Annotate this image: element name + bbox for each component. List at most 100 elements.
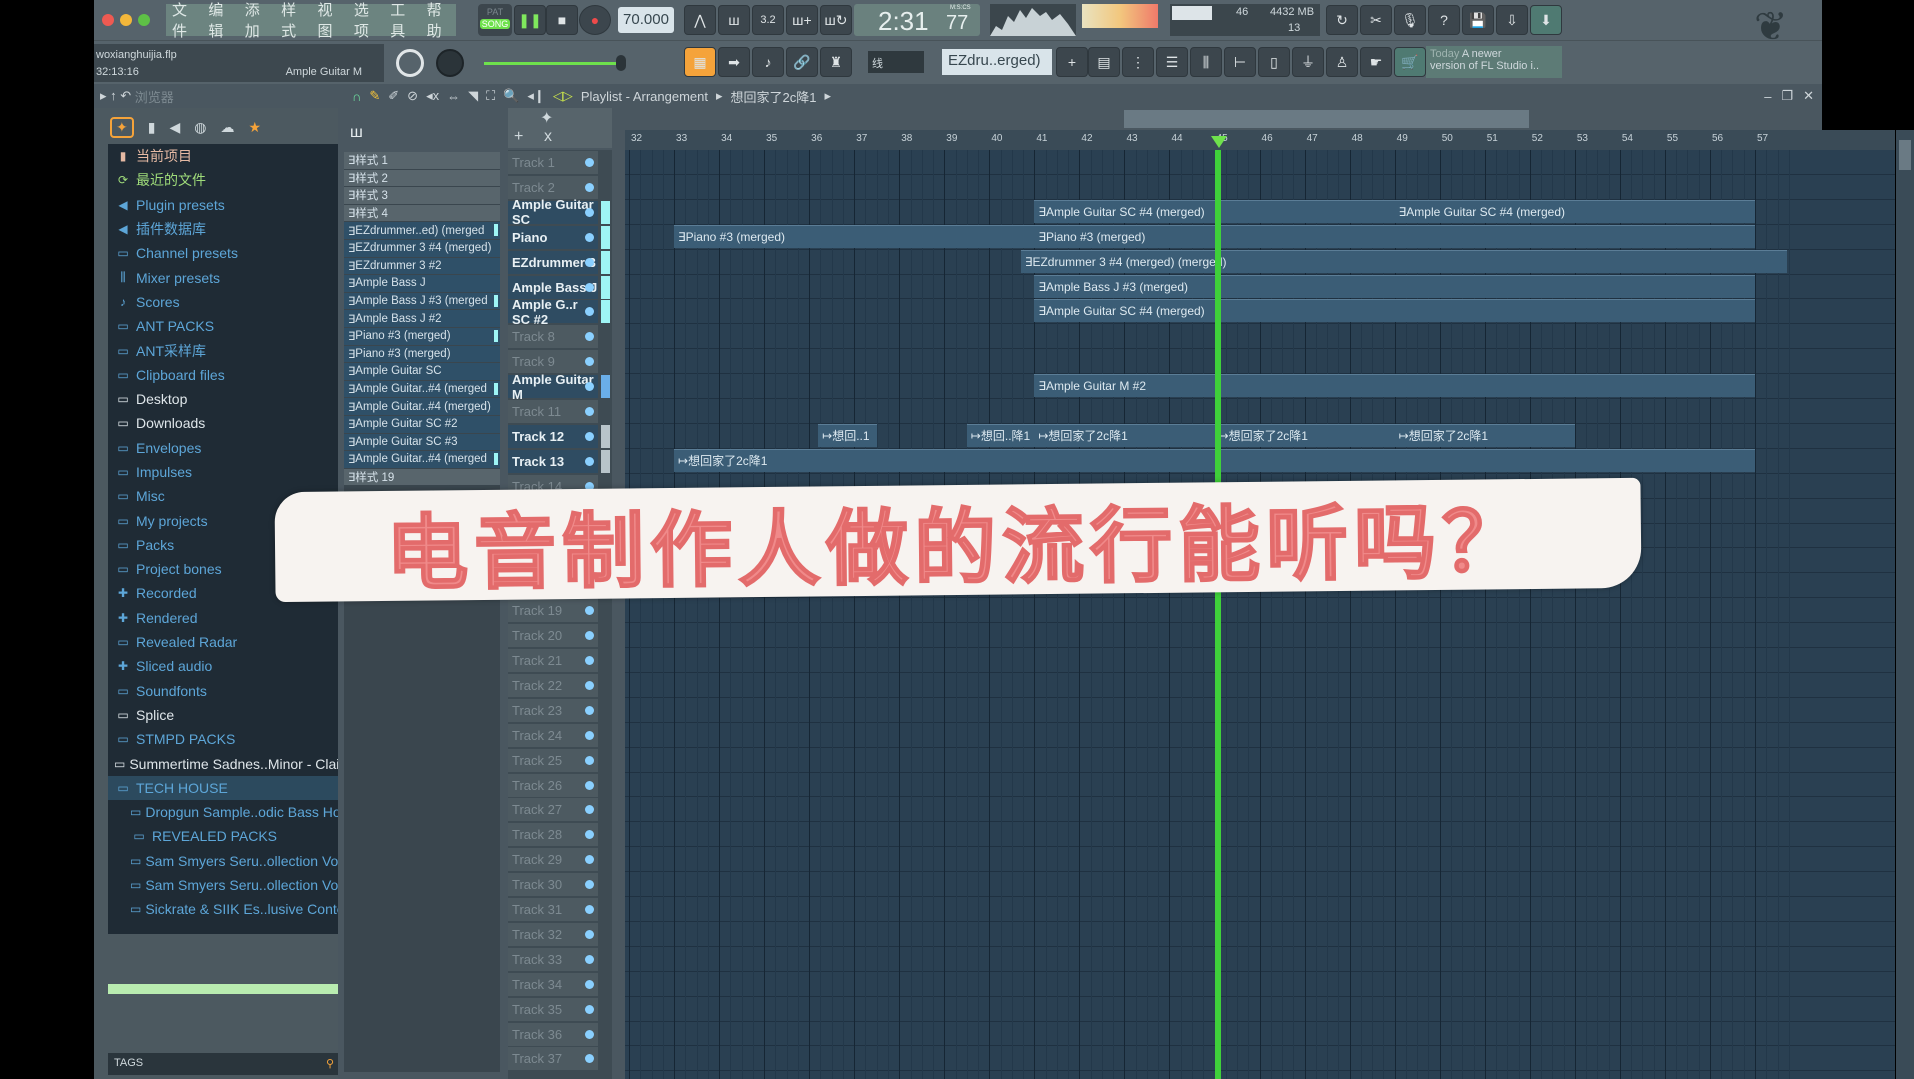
track-enable-icon[interactable] [585, 755, 594, 765]
track-enable-icon[interactable] [585, 1004, 594, 1014]
menu-item[interactable]: 样式 [281, 0, 310, 41]
slip-icon[interactable]: ⇔ [447, 89, 460, 104]
browser-item[interactable]: ◀ Plugin presets [108, 193, 338, 217]
master-pitch-knob[interactable] [436, 49, 464, 77]
menu-item[interactable]: 编辑 [208, 0, 237, 41]
timeline-ruler[interactable]: 32 33 34 35 36 37 38 39 40 41 42 43 44 45 46 47 48 49 50 51… [625, 130, 1895, 150]
track-enable-icon[interactable] [585, 407, 594, 416]
mixer-icon[interactable]: ⫼ [1190, 47, 1222, 77]
track-header[interactable]: Piano [508, 225, 610, 249]
stop-button[interactable]: ■ [546, 5, 578, 35]
pattern-item[interactable]: ∃ Ample Guitar SC [344, 363, 500, 381]
track-enable-icon[interactable] [585, 705, 594, 715]
pattern-item[interactable]: ∃ Piano #3 (merged) [344, 345, 500, 364]
browser-icon[interactable]: ▯ [1258, 47, 1290, 77]
track-header[interactable]: Track 25 [508, 748, 598, 772]
record-button[interactable]: ● [579, 5, 611, 35]
browser-item[interactable]: ◀ 插件数据库 [108, 217, 338, 241]
stamp-icon[interactable]: ♜ [820, 47, 852, 77]
track-header[interactable]: Track 28 [508, 823, 598, 847]
menu-item[interactable]: 工具 [390, 0, 419, 41]
track-enable-icon[interactable] [585, 332, 594, 342]
track-header[interactable]: Track 12 [508, 424, 610, 448]
close-window-button[interactable] [102, 14, 114, 26]
track-enable-icon[interactable] [585, 680, 594, 690]
track-enable-icon[interactable] [585, 905, 594, 914]
track-header[interactable]: Ample Bass J [508, 275, 610, 299]
browser-item[interactable]: ▭ Sam Smyers Seru..ollection Vol. 1 [108, 873, 338, 897]
track-header[interactable]: Ample Guitar M [508, 372, 610, 402]
pattern-item[interactable]: ∃ 样式 2 [344, 169, 500, 188]
track-header[interactable]: Ample G..r SC #2 [508, 297, 610, 327]
browser-item[interactable]: ▭ Impulses [108, 460, 338, 484]
playlist-clip[interactable]: ↦ 想回..降1 [966, 423, 1035, 447]
playlist-clip[interactable]: ∃ Piano #3 (merged) [1034, 224, 1755, 248]
playlist-clip[interactable]: ∃ Piano #3 (merged) [674, 224, 1035, 248]
horizontal-scrollbar[interactable] [1124, 110, 1529, 128]
track-header[interactable]: Track 8 [508, 325, 598, 349]
download-icon[interactable]: ⬇ [1530, 5, 1562, 35]
browser-item[interactable]: ✚ Rendered [108, 606, 338, 630]
track-enable-icon[interactable] [585, 855, 594, 865]
track-enable-icon[interactable] [585, 780, 594, 790]
track-header[interactable]: Track 2 [508, 175, 598, 199]
browser-item[interactable]: ▭ REVEALED PACKS [108, 824, 338, 848]
track-enable-icon[interactable] [585, 182, 594, 192]
news-panel[interactable]: Today A newer version of FL Studio i.. [1426, 46, 1562, 78]
master-volume-knob[interactable] [396, 49, 424, 77]
audio-clip-icon[interactable]: ✦ [540, 108, 553, 128]
slide-icon[interactable]: ♪ [752, 47, 784, 77]
minimize-window-button[interactable] [120, 14, 132, 26]
track-header[interactable]: Track 24 [508, 723, 598, 747]
maximize-window-button[interactable] [138, 14, 150, 26]
search-icon[interactable]: ⚲ [326, 1057, 334, 1070]
browser-item[interactable]: ▭ Soundfonts [108, 679, 338, 703]
pattern-item[interactable]: ∃ EZdrummer..ed) (merged [344, 222, 500, 240]
track-enable-icon[interactable] [585, 207, 594, 217]
track-enable-icon[interactable] [585, 631, 594, 641]
browser-item[interactable]: ▭ Envelopes [108, 436, 338, 460]
pattern-select[interactable]: EZdru..erged) [942, 49, 1052, 75]
playlist-clip[interactable]: ∃ Ample Guitar SC #4 (merged) [1034, 299, 1755, 323]
track-header[interactable]: Track 26 [508, 773, 598, 797]
cloud-icon[interactable]: ☁ [220, 119, 234, 136]
pattern-picker-icon[interactable]: ш [350, 124, 363, 142]
pattern-item[interactable]: ∃ 样式 4 [344, 204, 500, 223]
playlist-clip[interactable]: ↦ 想回家了2c降1 [1394, 423, 1575, 447]
project-tree-icon[interactable]: ⊢ [1224, 47, 1256, 77]
shop-icon[interactable]: 🛒 [1394, 47, 1426, 77]
pattern-item[interactable]: ∃ Ample Guitar SC #2 [344, 415, 500, 434]
arrow-icon[interactable]: ➡ [718, 47, 750, 77]
track-enable-icon[interactable] [585, 1054, 594, 1064]
slice-icon[interactable]: ◥ [468, 88, 478, 104]
browser-item[interactable]: ▭ Sickrate & SIIK Es..lusive Content [108, 897, 338, 921]
browser-item[interactable]: ▭ Summertime Sadnes..Minor - Claire [108, 751, 338, 775]
main-slider[interactable] [484, 55, 626, 71]
playlist-clip[interactable]: ∃ Ample Guitar M #2 [1034, 374, 1755, 398]
track-header[interactable]: Track 23 [508, 698, 598, 722]
browser-item[interactable]: ⫼ Mixer presets [108, 265, 338, 289]
brush-icon[interactable]: ✐ [388, 88, 399, 104]
pattern-item[interactable]: ∃ Ample Guitar..#4 (merged [344, 451, 500, 469]
countdown-icon[interactable]: 3.2 [752, 5, 784, 35]
menu-item[interactable]: 选项 [354, 0, 383, 41]
plugin-icon[interactable]: ◀ [169, 119, 180, 136]
link-icon[interactable]: 🔗 [786, 47, 818, 77]
touch-icon[interactable]: ☛ [1360, 47, 1392, 77]
track-header[interactable]: Track 35 [508, 997, 598, 1021]
browser-item[interactable]: ▭ Channel presets [108, 241, 338, 265]
browser-item[interactable]: ▭ Sam Smyers Seru..ollection Vol. 1 [108, 849, 338, 873]
track-header[interactable]: Track 21 [508, 649, 598, 672]
browser-item[interactable]: ▭Dropgun Sample..odic Bass House [108, 800, 338, 824]
browser-item[interactable]: ▭ STMPD PACKS [108, 727, 338, 751]
track-header[interactable]: Track 33 [508, 947, 598, 971]
track-enable-icon[interactable] [585, 954, 594, 964]
close-icon[interactable]: ✕ [1803, 88, 1814, 104]
track-header[interactable]: Track 9 [508, 350, 598, 374]
playlist-clip[interactable]: ∃ Ample Bass J #3 (merged) [1034, 274, 1755, 298]
playlist-clip[interactable]: ∃ EZdrummer 3 #4 (merged) (merged) [1020, 249, 1787, 273]
track-header[interactable]: Track 32 [508, 922, 598, 946]
playlist-grid[interactable]: ∃ Ample Guitar SC #4 (merged) ∃ Ample Guita… [625, 150, 1895, 1079]
menu-item[interactable]: 帮助 [427, 0, 456, 41]
help-icon[interactable]: ? [1428, 5, 1460, 35]
